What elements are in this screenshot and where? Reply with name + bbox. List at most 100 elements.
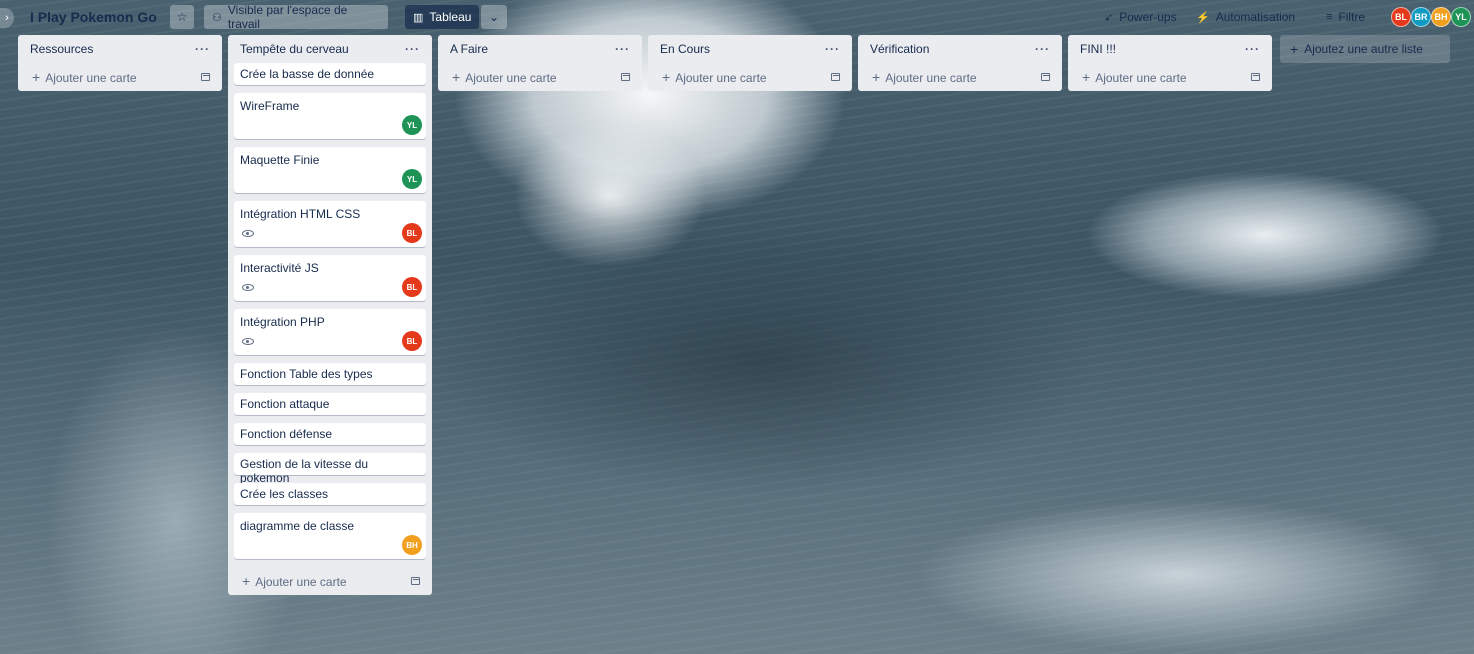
list[interactable]: FINI !!! ··· + Ajouter une carte — [1068, 35, 1272, 91]
list-menu-icon[interactable]: ··· — [1245, 42, 1260, 56]
card[interactable]: Crée les classes — [234, 483, 426, 505]
rocket-icon: ➶ — [1104, 11, 1114, 24]
plus-icon: + — [452, 69, 461, 85]
plus-icon: + — [242, 573, 251, 589]
card-title: Intégration HTML CSS — [240, 207, 361, 221]
list-title[interactable]: Tempête du cerveau — [240, 42, 349, 56]
card-template-icon[interactable] — [411, 577, 420, 585]
list-title[interactable]: FINI !!! — [1080, 42, 1116, 56]
card[interactable]: Gestion de la vitesse du pokemon — [234, 453, 426, 485]
card[interactable]: Crée la basse de donnée — [234, 63, 426, 85]
sidebar-expand-icon[interactable]: › — [0, 8, 14, 28]
list[interactable]: Ressources ··· + Ajouter une carte — [18, 35, 222, 91]
card-title: Maquette Finie — [240, 153, 320, 167]
list-title[interactable]: Ressources — [30, 42, 93, 56]
list-menu-icon[interactable]: ··· — [825, 42, 840, 56]
filter-icon: ≡ — [1326, 11, 1333, 23]
member-avatar[interactable]: YL — [1451, 7, 1471, 27]
add-card-button[interactable]: + Ajouter une carte — [234, 567, 426, 595]
list-menu-icon[interactable]: ··· — [195, 42, 210, 56]
add-card-link[interactable]: + Ajouter une carte — [452, 69, 557, 85]
card-member-avatar[interactable]: YL — [402, 169, 422, 189]
add-card-label: Ajouter une carte — [1095, 71, 1187, 85]
card-template-icon[interactable] — [621, 73, 630, 81]
list[interactable]: Tempête du cerveau ··· Crée la basse de do… — [228, 35, 432, 595]
board-icon: ▥ — [413, 11, 424, 24]
card-member-avatar[interactable]: YL — [402, 115, 422, 135]
list-header: Vérification ··· — [864, 35, 1056, 63]
card-member-avatar[interactable]: BL — [402, 331, 422, 351]
list-header: En Cours ··· — [654, 35, 846, 63]
add-card-link[interactable]: + Ajouter une carte — [242, 573, 347, 589]
card[interactable]: Intégration PHP BL — [234, 309, 426, 355]
add-card-button[interactable]: + Ajouter une carte — [24, 63, 216, 91]
list-menu-icon[interactable]: ··· — [1035, 42, 1050, 56]
eye-icon — [242, 338, 254, 345]
board-header: › I Play Pokemon Go ☆ ⚇ Visible par l'es… — [0, 0, 1474, 34]
member-avatar[interactable]: BH — [1431, 7, 1451, 27]
card-member-avatar[interactable]: BH — [402, 535, 422, 555]
add-card-link[interactable]: + Ajouter une carte — [1082, 69, 1187, 85]
card-title: Crée la basse de donnée — [240, 67, 375, 81]
card[interactable]: Intégration HTML CSS BL — [234, 201, 426, 247]
add-card-label: Ajouter une carte — [675, 71, 767, 85]
list-header: FINI !!! ··· — [1074, 35, 1266, 63]
list-menu-icon[interactable]: ··· — [615, 42, 630, 56]
add-card-button[interactable]: + Ajouter une carte — [864, 63, 1056, 91]
chevron-down-icon: ⌄ — [488, 10, 500, 24]
list[interactable]: A Faire ··· + Ajouter une carte — [438, 35, 642, 91]
view-dropdown-button[interactable]: ⌄ — [481, 5, 507, 29]
add-card-label: Ajouter une carte — [255, 575, 347, 589]
card-title: diagramme de classe — [240, 519, 355, 533]
add-card-button[interactable]: + Ajouter une carte — [444, 63, 636, 91]
card-template-icon[interactable] — [201, 73, 210, 81]
list[interactable]: En Cours ··· + Ajouter une carte — [648, 35, 852, 91]
list-menu-icon[interactable]: ··· — [405, 42, 420, 56]
star-button[interactable]: ☆ — [170, 5, 194, 29]
view-switcher-button[interactable]: ▥ Tableau — [405, 5, 479, 29]
card[interactable]: Maquette Finie YL — [234, 147, 426, 193]
card-title: Gestion de la vitesse du pokemon — [240, 457, 369, 485]
card-template-icon[interactable] — [831, 73, 840, 81]
board-title[interactable]: I Play Pokemon Go — [30, 9, 157, 25]
add-card-label: Ajouter une carte — [45, 71, 137, 85]
list[interactable]: Vérification ··· + Ajouter une carte — [858, 35, 1062, 91]
add-card-link[interactable]: + Ajouter une carte — [662, 69, 767, 85]
card[interactable]: Interactivité JS BL — [234, 255, 426, 301]
card-title: WireFrame — [240, 99, 300, 113]
add-card-button[interactable]: + Ajouter une carte — [654, 63, 846, 91]
list-title[interactable]: En Cours — [660, 42, 710, 56]
add-list-label: Ajoutez une autre liste — [1304, 42, 1423, 56]
powerups-label: Power-ups — [1119, 10, 1177, 24]
filter-button[interactable]: ≡ Filtre — [1318, 5, 1373, 29]
card-title: Interactivité JS — [240, 261, 319, 275]
plus-icon: + — [1082, 69, 1091, 85]
card[interactable]: Fonction attaque — [234, 393, 426, 415]
member-avatar[interactable]: BL — [1391, 7, 1411, 27]
card-template-icon[interactable] — [1251, 73, 1260, 81]
powerups-button[interactable]: ➶ Power-ups — [1096, 5, 1185, 29]
add-card-label: Ajouter une carte — [885, 71, 977, 85]
list-title[interactable]: A Faire — [450, 42, 488, 56]
member-avatar[interactable]: BR — [1411, 7, 1431, 27]
card[interactable]: Fonction Table des types — [234, 363, 426, 385]
card-title: Fonction défense — [240, 427, 333, 441]
add-card-link[interactable]: + Ajouter une carte — [32, 69, 137, 85]
add-card-link[interactable]: + Ajouter une carte — [872, 69, 977, 85]
card[interactable]: Fonction défense — [234, 423, 426, 445]
add-card-button[interactable]: + Ajouter une carte — [1074, 63, 1266, 91]
star-icon: ☆ — [176, 10, 188, 24]
card-member-avatar[interactable]: BL — [402, 277, 422, 297]
add-list-button[interactable]: + Ajoutez une autre liste — [1280, 35, 1450, 63]
card[interactable]: diagramme de classe BH — [234, 513, 426, 559]
visibility-button[interactable]: ⚇ Visible par l'espace de travail — [204, 3, 388, 31]
automation-label: Automatisation — [1215, 10, 1296, 24]
card-member-avatar[interactable]: BL — [402, 223, 422, 243]
eye-icon — [242, 284, 254, 291]
automation-button[interactable]: ⚡ Automatisation — [1188, 5, 1303, 29]
list-title[interactable]: Vérification — [870, 42, 929, 56]
card[interactable]: WireFrame YL — [234, 93, 426, 139]
plus-icon: + — [662, 69, 671, 85]
lightning-icon: ⚡ — [1196, 11, 1210, 24]
card-template-icon[interactable] — [1041, 73, 1050, 81]
